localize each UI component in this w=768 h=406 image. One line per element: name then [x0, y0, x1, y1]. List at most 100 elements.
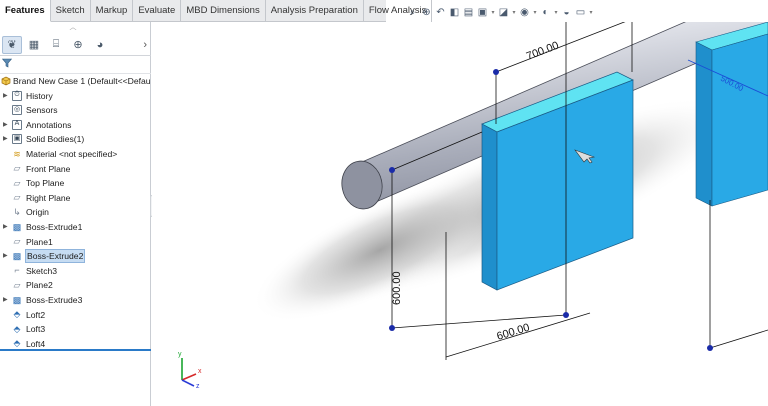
tree-item-boss-extrude2[interactable]: ▶ ▩ Boss-Extrude2 — [0, 249, 151, 264]
sketch-icon: ⌐ — [14, 265, 20, 276]
chevron-down-icon[interactable]: ▾ — [511, 5, 517, 19]
tree-item-origin[interactable]: ↳ Origin — [0, 205, 151, 220]
tree-item-loft2[interactable]: ⬘ Loft2 — [0, 308, 151, 323]
view-settings-icon[interactable]: ▭ — [574, 5, 587, 19]
tree-item-top-plane[interactable]: ▱ Top Plane — [0, 176, 151, 191]
tree-item-label: Boss-Extrude2 — [24, 249, 86, 264]
annotations-icon: A — [12, 119, 22, 130]
tree-item-plane1[interactable]: ▱ Plane1 — [0, 235, 151, 250]
dimension-700[interactable]: 700.00 — [525, 40, 561, 63]
triad-z-label: z — [196, 383, 200, 390]
display-style-icon[interactable]: ◪ — [497, 5, 510, 19]
feature-filter[interactable] — [0, 56, 151, 74]
tree-item-loft3[interactable]: ⬘ Loft3 — [0, 322, 151, 337]
expand-arrow-icon[interactable]: ▶ — [3, 132, 8, 147]
reference-triad: y x z — [178, 351, 202, 390]
expand-arrow-icon[interactable]: ▶ — [3, 249, 8, 264]
chevron-down-icon[interactable]: ▾ — [532, 5, 538, 19]
view-orientation-icon[interactable]: ▣ — [476, 5, 489, 19]
right-plate-face — [711, 33, 768, 207]
tree-item-sensors[interactable]: ◎ Sensors — [0, 103, 151, 118]
rollback-bar[interactable] — [0, 349, 151, 351]
dimension-600-vertical[interactable]: 600.00 — [391, 271, 403, 305]
tree-item-annotations[interactable]: ▶ A Annotations — [0, 118, 151, 133]
loft-icon: ⬘ — [13, 309, 21, 320]
tab-features[interactable]: Features — [0, 0, 51, 22]
plate-side-face — [481, 123, 498, 291]
tree-item-label: Top Plane — [26, 178, 65, 189]
tree-item-label: Front Plane — [26, 163, 71, 174]
tree-item-label: Material <not specified> — [26, 148, 118, 159]
tree-item-history[interactable]: ▶ ⏱ History — [0, 89, 151, 104]
zoom-to-area-icon[interactable]: ⊕ — [420, 5, 433, 19]
plane-icon: ▱ — [13, 163, 21, 174]
tree-item-label: Loft3 — [26, 324, 46, 335]
tab-sketch[interactable]: Sketch — [51, 0, 91, 22]
loft-icon: ⬘ — [13, 323, 21, 334]
extrude-icon: ▩ — [12, 294, 22, 305]
plane-icon: ▱ — [13, 280, 21, 291]
tree-item-label: Boss-Extrude1 — [26, 221, 83, 232]
section-view-icon[interactable]: ◧ — [448, 5, 461, 19]
tree-item-label: Right Plane — [26, 192, 71, 203]
extrude-icon: ▩ — [12, 221, 22, 232]
feature-manager-tabs: ❦ ▦ ⌸ ⊕ ◕ › — [0, 34, 151, 56]
triad-y-label: y — [178, 351, 182, 358]
tree-item-label: Origin — [26, 207, 49, 218]
tree-item-label: Plane1 — [26, 236, 53, 247]
chevron-right-icon[interactable]: › — [143, 39, 147, 51]
tree-item-label: History — [26, 90, 53, 101]
tree-root-part[interactable]: Brand New Case 1 (Default<<Defau — [0, 74, 151, 89]
configuration-manager-icon[interactable]: ⌸ — [46, 36, 66, 54]
tree-item-plane2[interactable]: ▱ Plane2 — [0, 278, 151, 293]
plane-icon: ▱ — [13, 177, 21, 188]
tree-item-sketch3[interactable]: ⌐ Sketch3 — [0, 264, 151, 279]
plane-icon: ▱ — [13, 236, 21, 247]
chevron-down-icon[interactable]: ▾ — [490, 5, 496, 19]
zoom-to-fit-icon[interactable]: ⌕ — [406, 5, 419, 19]
solid-bodies-icon: ▣ — [12, 134, 22, 145]
filter-icon[interactable] — [1, 58, 13, 71]
dimxpert-icon[interactable]: ⊕ — [68, 36, 88, 54]
feature-manager-icon[interactable]: ❦ — [2, 35, 22, 54]
hide-show-items-icon[interactable]: ◉ — [518, 5, 531, 19]
graphics-area[interactable]: 700.00 600.00 600.00 500.00 y x z — [152, 22, 768, 406]
tree-item-label: Solid Bodies(1) — [26, 134, 85, 145]
dimension-600-horizontal[interactable]: 600.00 — [495, 322, 531, 343]
history-icon: ⏱ — [12, 90, 22, 101]
heads-up-view-toolbar: ⌕ ⊕ ↶ ◧ ▤ ▣ ▾ ◪ ▾ ◉ ▾ ◐ ▾ ◒ ▭ ▾ — [406, 3, 594, 21]
chevron-down-icon[interactable]: ▾ — [553, 5, 559, 19]
expand-arrow-icon[interactable]: ▶ — [3, 89, 8, 104]
expand-arrow-icon[interactable]: ▶ — [3, 293, 8, 308]
display-manager-icon[interactable]: ◕ — [90, 36, 110, 54]
feature-tree: Brand New Case 1 (Default<<Defau ▶ ⏱ Histo… — [0, 74, 151, 351]
tab-analysis-preparation[interactable]: Analysis Preparation — [266, 0, 364, 22]
tab-evaluate[interactable]: Evaluate — [133, 0, 182, 22]
property-manager-icon[interactable]: ▦ — [24, 36, 44, 54]
sensors-icon: ◎ — [12, 105, 22, 116]
tree-item-label: Sensors — [26, 105, 58, 116]
feature-manager-panel: ︿ ❦ ▦ ⌸ ⊕ ◕ › Brand New Case 1 (Default<<Defa… — [0, 22, 151, 406]
tree-item-boss-extrude1[interactable]: ▶ ▩ Boss-Extrude1 — [0, 220, 151, 235]
tree-item-solid-bodies-1[interactable]: ▶ ▣ Solid Bodies(1) — [0, 132, 151, 147]
panel-collapse-handle[interactable]: ︿ — [68, 24, 78, 31]
tab-markup[interactable]: Markup — [91, 0, 134, 22]
material-icon: ≋ — [13, 148, 21, 159]
edit-appearance-icon[interactable]: ◐ — [539, 5, 552, 19]
command-manager-tabs: Features Sketch Markup Evaluate MBD Dimensio… — [0, 0, 433, 22]
expand-arrow-icon[interactable]: ▶ — [3, 118, 8, 133]
apply-scene-icon[interactable]: ◒ — [560, 5, 573, 19]
tree-item-boss-extrude3[interactable]: ▶ ▩ Boss-Extrude3 — [0, 293, 151, 308]
tree-item-front-plane[interactable]: ▱ Front Plane — [0, 162, 151, 177]
tree-item-label: Loft2 — [26, 309, 46, 320]
chevron-down-icon[interactable]: ▾ — [588, 5, 594, 19]
expand-arrow-icon[interactable]: ▶ — [3, 220, 8, 235]
tree-item-label: Annotations — [26, 119, 72, 130]
previous-view-icon[interactable]: ↶ — [434, 5, 447, 19]
tree-item-material-not-specified[interactable]: ≋ Material <not specified> — [0, 147, 151, 162]
triad-x-label: x — [198, 368, 202, 375]
dynamic-annotation-icon[interactable]: ▤ — [462, 5, 475, 19]
tab-mbd-dimensions[interactable]: MBD Dimensions — [181, 0, 266, 22]
tree-item-right-plane[interactable]: ▱ Right Plane — [0, 191, 151, 206]
origin-icon: ↳ — [13, 207, 21, 218]
